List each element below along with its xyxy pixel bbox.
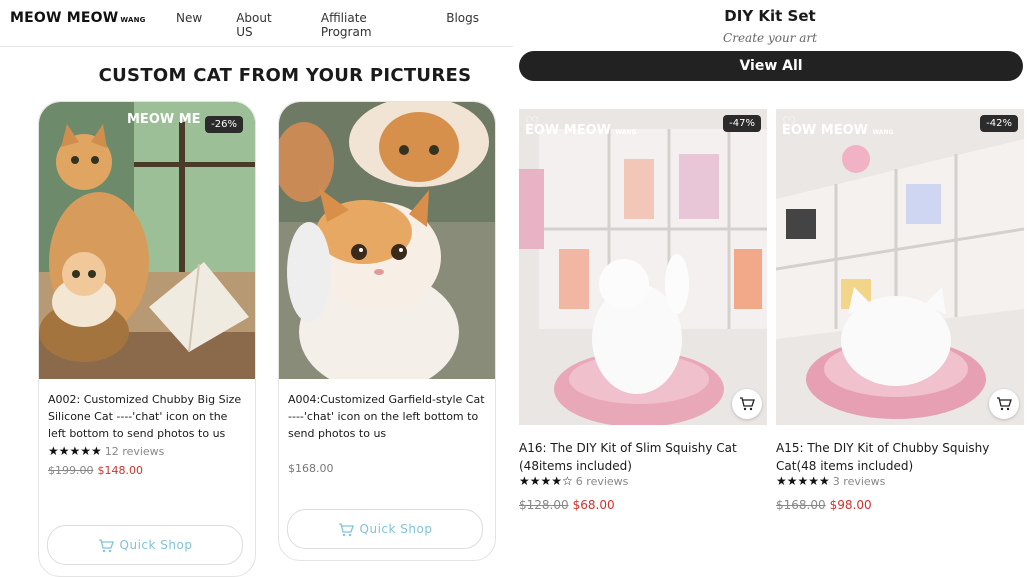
product-image-a16[interactable]: -47% EOW MEOW WANG ♡ [519, 109, 767, 425]
heart-icon[interactable]: ♡ [782, 113, 796, 132]
cart-icon [997, 397, 1012, 411]
image-watermark: EOW MEOW WANG [782, 123, 894, 138]
product-price: $168.00 [288, 462, 334, 475]
watermark-small-text: WANG [872, 129, 894, 136]
original-price: $168.00 [776, 498, 826, 512]
star-rating: ★★★★★ [776, 474, 830, 488]
product-info: A002: Customized Chubby Big Size Silicon… [48, 391, 246, 479]
add-to-cart-button[interactable] [732, 389, 762, 419]
diy-section-title: DIY Kit Set [724, 7, 816, 25]
top-nav: MEOW MEOW WANG New About US Affiliate Pro… [0, 0, 513, 47]
star-rating: ★★★★★ [48, 444, 102, 458]
review-count[interactable]: 6 reviews [576, 475, 629, 488]
product-card-a002[interactable]: MEOW ME -26% A002: Customized Chubby Big… [38, 101, 256, 577]
discount-badge: -42% [980, 115, 1018, 132]
sale-price: $68.00 [572, 498, 615, 512]
diy-kit-photo-illustration [519, 109, 767, 425]
logo-small-text: WANG [120, 16, 146, 24]
logo[interactable]: MEOW MEOW WANG [10, 10, 146, 26]
quick-shop-button[interactable]: Quick Shop [47, 525, 243, 565]
left-panel: MEOW MEOW WANG New About US Affiliate Pro… [0, 0, 513, 577]
heart-icon[interactable]: ♡ [525, 113, 539, 132]
star-rating: ★★★★☆ [519, 474, 573, 488]
product-image-a004[interactable] [279, 102, 495, 379]
original-price: $199.00 [48, 464, 94, 477]
discount-badge: -47% [723, 115, 761, 132]
price-row: $128.00 $68.00 [519, 498, 615, 512]
rating-row: ★★★★★ 3 reviews [776, 474, 885, 488]
product-title[interactable]: A004:Customized Garfield-style Cat ----'… [288, 391, 486, 442]
product-image-a15[interactable]: -42% EOW MEOW WANG ♡ [776, 109, 1024, 425]
garfield-cat-photo-illustration [279, 102, 495, 379]
product-title[interactable]: A002: Customized Chubby Big Size Silicon… [48, 391, 246, 442]
nav-link-about[interactable]: About US [236, 11, 287, 39]
nav-link-new[interactable]: New [176, 11, 202, 39]
add-to-cart-button[interactable] [989, 389, 1019, 419]
watermark-small-text: WANG [615, 129, 637, 136]
image-watermark: EOW MEOW WANG [525, 123, 637, 138]
diy-kit-photo-illustration [776, 109, 1024, 425]
original-price: $128.00 [519, 498, 569, 512]
discount-badge: -26% [205, 116, 243, 133]
cart-icon [740, 397, 755, 411]
product-card-a004[interactable]: A004:Customized Garfield-style Cat ----'… [278, 101, 496, 561]
cart-icon [338, 522, 354, 536]
right-panel: DIY Kit Set Create your art View All -47… [513, 0, 1027, 577]
nav-links: New About US Affiliate Program Blogs [176, 11, 513, 39]
image-watermark: MEOW ME [127, 112, 201, 127]
price-row: $168.00 $98.00 [776, 498, 872, 512]
view-all-button[interactable]: View All [519, 51, 1023, 81]
nav-link-blogs[interactable]: Blogs [446, 11, 479, 39]
cart-icon [98, 538, 114, 552]
product-title[interactable]: A15: The DIY Kit of Chubby Squishy Cat(4… [776, 439, 1016, 475]
sale-price: $98.00 [829, 498, 872, 512]
logo-text: MEOW MEOW [10, 10, 119, 26]
rating-row: ★★★★★ 12 reviews [48, 443, 246, 460]
section-title: CUSTOM CAT FROM YOUR PICTURES [98, 65, 472, 86]
nav-link-affiliate[interactable]: Affiliate Program [321, 11, 412, 39]
quick-shop-button[interactable]: Quick Shop [287, 509, 483, 549]
quick-shop-label: Quick Shop [119, 538, 193, 552]
quick-shop-label: Quick Shop [359, 522, 433, 536]
sale-price: $148.00 [97, 464, 144, 477]
rating-row: ★★★★☆ 6 reviews [519, 474, 628, 488]
cat-photo-illustration [39, 102, 255, 379]
diy-section-subtitle: Create your art [723, 31, 817, 45]
product-image-a002[interactable]: MEOW ME -26% [39, 102, 255, 379]
product-info: A004:Customized Garfield-style Cat ----'… [288, 391, 486, 477]
product-title[interactable]: A16: The DIY Kit of Slim Squishy Cat (48… [519, 439, 759, 475]
review-count[interactable]: 3 reviews [833, 475, 886, 488]
review-count[interactable]: 12 reviews [105, 445, 165, 458]
price-row: $199.00 $148.00 [48, 462, 246, 479]
